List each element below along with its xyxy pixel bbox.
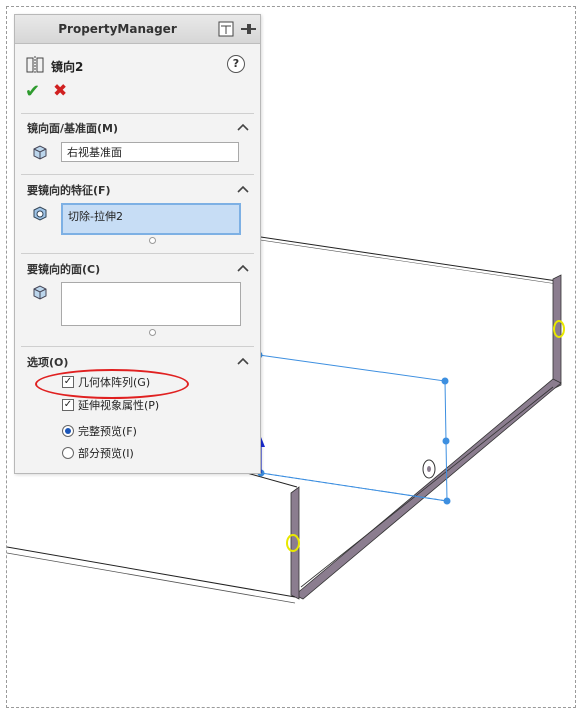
full-preview-label: 完整预览(F) <box>78 425 137 438</box>
partial-preview-radio[interactable] <box>62 447 74 459</box>
tab-hole <box>427 466 431 472</box>
red-annotation-ellipse <box>35 369 189 399</box>
model-edge-back-top <box>246 234 558 282</box>
section-divider <box>21 113 254 114</box>
features-to-mirror-list[interactable]: 切除-拉伸2 <box>61 203 241 235</box>
face-selection-icon <box>33 285 47 300</box>
diagonal-inner-edge <box>300 386 554 588</box>
feature-name: 镜向2 <box>51 60 84 74</box>
model-edge-back-top-inner <box>246 237 558 285</box>
full-preview-radio[interactable] <box>62 425 74 437</box>
propagate-visual-label: 延伸视象属性(P) <box>78 399 160 412</box>
options-section-title[interactable]: 选项(O) <box>27 354 68 370</box>
section-divider <box>21 346 254 347</box>
chevron-up-icon[interactable] <box>236 122 250 132</box>
chevron-up-icon[interactable] <box>236 184 250 194</box>
features-section-title[interactable]: 要镜向的特征(F) <box>27 182 111 198</box>
faces-section-title[interactable]: 要镜向的面(C) <box>27 261 100 277</box>
cancel-button[interactable]: ✖ <box>53 81 67 101</box>
pin-icon[interactable] <box>239 21 257 37</box>
model-edge-front-bottom-inner <box>7 552 296 604</box>
section-divider <box>21 253 254 254</box>
property-manager-title: PropertyManager <box>58 22 177 36</box>
property-manager-panel: PropertyManager 镜向2 ? ✔ ✖ 镜向面/基准面(M) 右视基… <box>14 14 261 474</box>
graphics-area-frame: PropertyManager 镜向2 ? ✔ ✖ 镜向面/基准面(M) 右视基… <box>6 6 576 708</box>
sketch-point[interactable] <box>442 437 450 445</box>
resize-grip-icon[interactable] <box>149 237 156 244</box>
chevron-up-icon[interactable] <box>236 356 250 366</box>
front-flange <box>290 486 300 600</box>
resize-grip-icon[interactable] <box>149 329 156 336</box>
sketch-point[interactable] <box>443 497 451 505</box>
section-divider <box>21 174 254 175</box>
mirror-plane-field[interactable]: 右视基准面 <box>61 142 239 162</box>
model-edge-front-bottom <box>7 546 296 598</box>
feature-selection-icon <box>33 206 47 221</box>
sketch-preview <box>258 354 448 502</box>
propagate-visual-checkbox[interactable]: ✓ <box>62 399 74 411</box>
sketch-point[interactable] <box>441 377 449 385</box>
partial-preview-label: 部分预览(I) <box>78 447 134 460</box>
collapse-panel-icon[interactable] <box>218 21 234 37</box>
mirror-plane-section-title[interactable]: 镜向面/基准面(M) <box>27 120 118 136</box>
property-manager-titlebar: PropertyManager <box>15 15 260 44</box>
feature-list-item[interactable]: 切除-拉伸2 <box>68 208 234 224</box>
plane-selection-icon <box>33 145 47 160</box>
faces-to-mirror-list[interactable] <box>61 282 241 326</box>
chevron-up-icon[interactable] <box>236 263 250 273</box>
help-button[interactable]: ? <box>227 55 245 73</box>
ok-button[interactable]: ✔ <box>25 81 40 102</box>
mirror-feature-icon <box>26 56 44 74</box>
